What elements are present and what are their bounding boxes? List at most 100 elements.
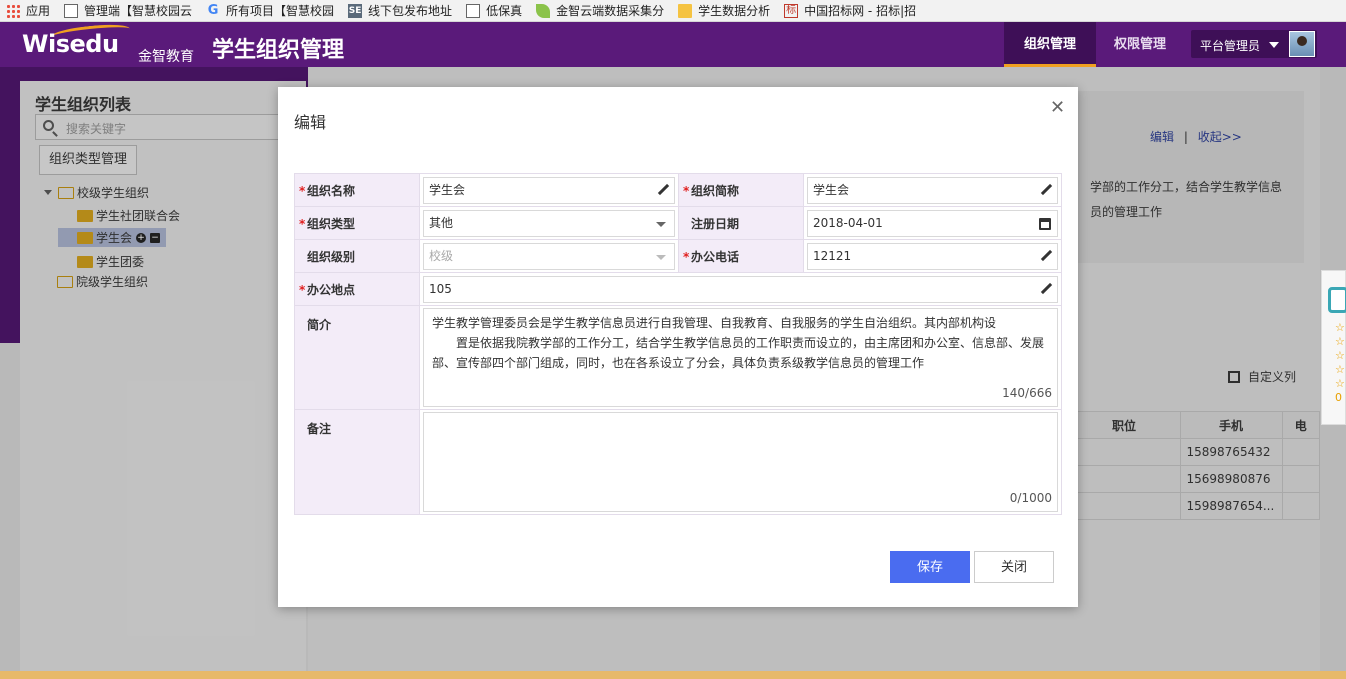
- google-icon: G: [207, 2, 219, 18]
- table-cell-mobile: 15898765432: [1179, 438, 1283, 466]
- collapse-link[interactable]: 收起>>: [1198, 130, 1242, 144]
- search-input[interactable]: 搜索关键字: [35, 114, 295, 140]
- tab-permission-management[interactable]: 权限管理: [1096, 22, 1184, 67]
- user-menu[interactable]: 平台管理员: [1191, 30, 1317, 58]
- widget-count: 0: [1335, 391, 1342, 404]
- rating-stars: ☆ ☆ ☆ ☆ ☆ 0: [1335, 321, 1345, 404]
- avatar[interactable]: [1289, 31, 1315, 57]
- edit-link[interactable]: 编辑: [1150, 130, 1174, 144]
- card-description-line: 学部的工作分工，结合学生教学信息: [1090, 180, 1283, 194]
- floating-widget[interactable]: ☆ ☆ ☆ ☆ ☆ 0: [1321, 270, 1346, 425]
- os-taskbar: [0, 671, 1346, 679]
- calendar-icon[interactable]: [1039, 217, 1051, 230]
- bookmark-2[interactable]: G 所有项目【智慧校园: [206, 2, 334, 19]
- phone-field[interactable]: 12121: [807, 242, 1058, 270]
- tab-org-management[interactable]: 组织管理: [1004, 22, 1096, 67]
- bookmark-3[interactable]: SE 线下包发布地址: [348, 2, 452, 19]
- document-icon: [1328, 287, 1346, 313]
- page-icon: [64, 3, 79, 18]
- org-level-label: 组织级别: [294, 239, 420, 273]
- custom-columns-button[interactable]: 自定义列: [1228, 368, 1296, 385]
- leaf-icon: [536, 3, 551, 18]
- se-icon: SE: [348, 3, 363, 18]
- add-node-icon[interactable]: +: [136, 232, 147, 243]
- biao-icon: 标: [784, 3, 799, 18]
- org-type-manage-button[interactable]: 组织类型管理: [39, 145, 137, 175]
- remove-node-icon[interactable]: −: [150, 232, 161, 243]
- org-list-panel: 学生组织列表 搜索关键字 组织类型管理 校级学生组织 学生社团联合会 学生会 +…: [20, 81, 306, 671]
- search-icon: [43, 120, 54, 131]
- app-header: Wisedu 金智教育 学生组织管理 组织管理 权限管理 平台管理员: [0, 21, 1346, 67]
- remarks-char-counter: 0/1000: [1009, 491, 1052, 505]
- folder-icon: [77, 209, 93, 222]
- address-field[interactable]: 105: [423, 275, 1058, 303]
- close-button[interactable]: 关闭: [974, 551, 1054, 583]
- form-row: 备注 0/1000: [294, 409, 1062, 515]
- dialog-title: 编辑: [294, 113, 327, 132]
- search-placeholder: 搜索关键字: [66, 122, 127, 136]
- phone-label: * 办公电话: [678, 239, 804, 273]
- folder-open-icon: [58, 186, 74, 199]
- required-mark: *: [299, 184, 306, 198]
- required-mark: *: [299, 283, 306, 297]
- reg-date-label: 注册日期: [678, 206, 804, 240]
- card-actions: 编辑 | 收起>>: [1150, 128, 1242, 145]
- columns-settings-icon: [1228, 370, 1240, 383]
- logo: Wisedu: [22, 30, 119, 58]
- close-icon[interactable]: ✕: [1050, 97, 1065, 118]
- folder-icon: [57, 275, 73, 288]
- caret-down-icon[interactable]: [44, 190, 52, 195]
- reg-date-field[interactable]: 2018-04-01: [807, 209, 1058, 237]
- org-name-field[interactable]: 学生会: [423, 176, 675, 204]
- save-button[interactable]: 保存: [890, 551, 970, 583]
- intro-textarea[interactable]: 学生教学管理委员会是学生教学信息员进行自我管理、自我教育、自我服务的学生自治组织…: [423, 308, 1058, 407]
- form-row: * 组织名称 学生会 * 组织简称 学生会: [294, 173, 1062, 207]
- pencil-icon: [657, 184, 669, 196]
- intro-label: 简介: [294, 305, 420, 410]
- bookmark-1[interactable]: 管理端【智慧校园云: [64, 2, 192, 19]
- table-header-tel: 电: [1281, 411, 1320, 439]
- org-short-field[interactable]: 学生会: [807, 176, 1058, 204]
- form-row: * 办公地点 105: [294, 272, 1062, 306]
- apps-icon: [6, 3, 20, 18]
- edit-dialog: 编辑 ✕ * 组织名称 学生会 * 组织简称 学生会 * 组织类型 其他 注册日期 2…: [278, 87, 1078, 607]
- form-row: 简介 学生教学管理委员会是学生教学信息员进行自我管理、自我教育、自我服务的学生自…: [294, 305, 1062, 410]
- chevron-down-icon: [656, 254, 666, 260]
- folder-icon: [678, 3, 693, 18]
- pencil-icon: [1040, 283, 1052, 295]
- remarks-label: 备注: [294, 409, 420, 515]
- org-type-label: * 组织类型: [294, 206, 420, 240]
- required-mark: *: [299, 217, 306, 231]
- address-label: * 办公地点: [294, 272, 420, 306]
- required-mark: *: [683, 250, 690, 264]
- form-row: 组织级别 校级 * 办公电话 12121: [294, 239, 1062, 273]
- folder-icon: [77, 231, 93, 244]
- table-header-position: 职位: [1067, 411, 1181, 439]
- folder-icon: [77, 255, 93, 268]
- bookmark-apps[interactable]: 应用: [6, 2, 50, 19]
- table-cell-mobile: 1598987654...: [1179, 492, 1283, 520]
- bookmark-6[interactable]: 学生数据分析: [678, 2, 770, 19]
- bookmark-7[interactable]: 标中国招标网 - 招标|招: [784, 2, 916, 19]
- tree-node-college-level[interactable]: 院级学生组织: [57, 273, 148, 290]
- form-row: * 组织类型 其他 注册日期 2018-04-01: [294, 206, 1062, 240]
- bookmark-4[interactable]: 低保真: [466, 2, 522, 19]
- tree-node-youth-league[interactable]: 学生团委: [77, 253, 144, 270]
- tree-node-club-union[interactable]: 学生社团联合会: [77, 207, 180, 224]
- tree-node-student-union[interactable]: 学生会 + −: [58, 228, 167, 247]
- required-mark: *: [683, 184, 690, 198]
- org-level-select: 校级: [423, 242, 675, 270]
- caret-down-icon: [1269, 42, 1279, 48]
- remarks-textarea[interactable]: 0/1000: [423, 412, 1058, 512]
- org-name-label: * 组织名称: [294, 173, 420, 207]
- org-type-select[interactable]: 其他: [423, 209, 675, 237]
- app-title: 学生组织管理: [212, 38, 345, 63]
- table-header-mobile: 手机: [1179, 411, 1283, 439]
- card-description-line: 员的管理工作: [1090, 205, 1163, 219]
- panel-title: 学生组织列表: [35, 95, 132, 114]
- bookmark-5[interactable]: 金智云端数据采集分: [536, 2, 664, 19]
- table-cell-mobile: 15698980876: [1179, 465, 1283, 493]
- page-icon: [466, 3, 481, 18]
- user-name: 平台管理员: [1200, 39, 1261, 53]
- tree-node-school-level[interactable]: 校级学生组织: [44, 184, 149, 201]
